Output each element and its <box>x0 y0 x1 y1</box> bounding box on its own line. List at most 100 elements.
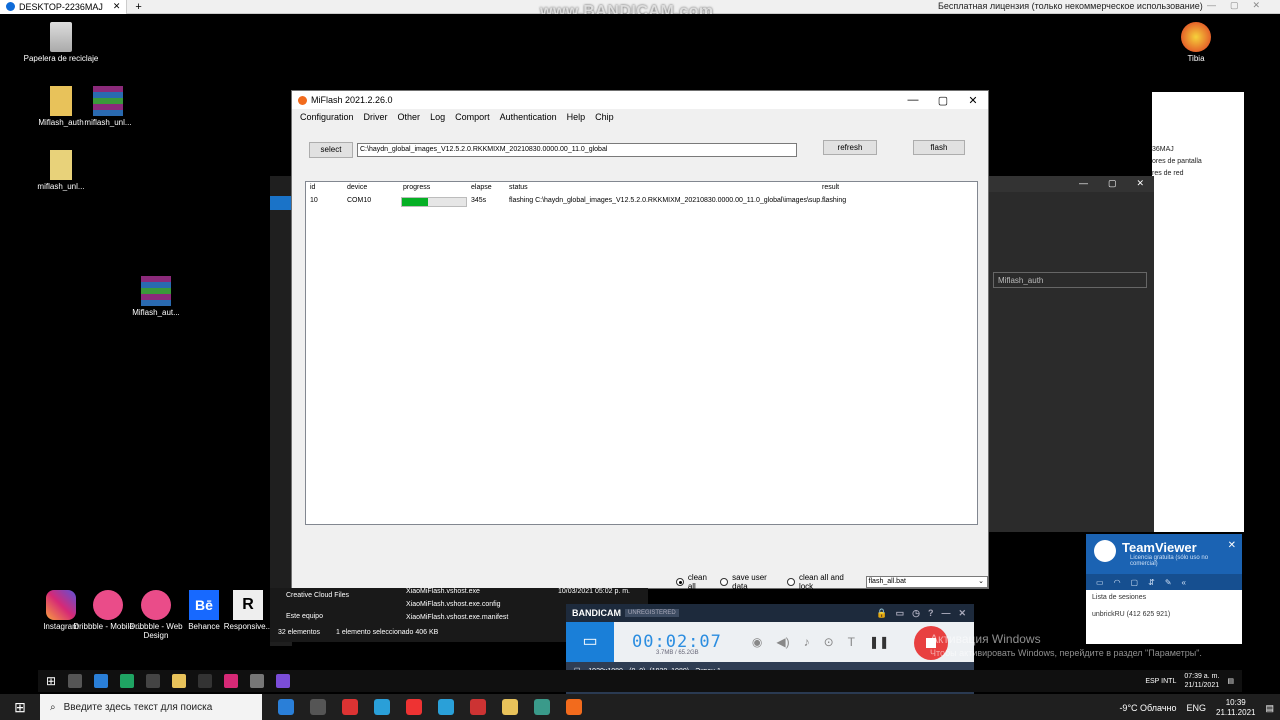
task-view-icon[interactable] <box>68 674 83 688</box>
instagram-icon[interactable] <box>224 674 239 688</box>
screen-mode-icon[interactable]: ▭ <box>566 622 614 662</box>
telegram-icon[interactable] <box>374 699 390 715</box>
minimize-button[interactable]: — <box>898 94 928 107</box>
collapse-icon[interactable]: « <box>1182 578 1186 587</box>
lang-indicator[interactable]: ENG <box>1187 703 1207 713</box>
mic-icon[interactable]: ♪ <box>804 635 810 649</box>
pause-icon[interactable]: ❚❚ <box>869 635 889 649</box>
bandicam-icon[interactable] <box>406 699 422 715</box>
search-input[interactable]: Miflash_auth <box>993 272 1147 288</box>
desktop-icon-miflash-aut-rar[interactable]: Miflash_aut... <box>116 276 196 317</box>
close-icon[interactable]: ✕ <box>1228 540 1236 551</box>
minimize-icon[interactable]: — <box>941 608 950 619</box>
start-icon[interactable]: ⊞ <box>46 674 56 688</box>
column-id[interactable]: id <box>310 184 315 191</box>
teamviewer-name: TeamViewer <box>1122 540 1197 555</box>
edge-icon[interactable] <box>120 674 135 688</box>
session-item[interactable]: unbrickRU (412 625 921) <box>1092 611 1236 618</box>
archive-tab[interactable] <box>270 196 292 210</box>
explorer-icon[interactable] <box>172 674 187 688</box>
desktop-icon-miflash-unl-zip[interactable]: miflash_unl... <box>21 150 101 191</box>
table-row[interactable]: 10 COM10 345s flashing C:\haydn_global_i… <box>306 197 977 209</box>
refresh-button[interactable]: refresh <box>823 140 877 155</box>
column-progress[interactable]: progress <box>403 184 430 191</box>
obs-icon[interactable] <box>250 674 265 688</box>
remote-session-tab[interactable]: DESKTOP-2236MAJ ✕ <box>0 0 128 14</box>
flash-button[interactable]: flash <box>913 140 965 155</box>
menu-chip[interactable]: Chip <box>595 112 614 122</box>
lang-indicator[interactable]: ESP INTL <box>1145 678 1176 685</box>
notification-icon[interactable]: ▤ <box>1265 703 1274 714</box>
rom-path-input[interactable]: C:\haydn_global_images_V12.5.2.0.RKKMIXM… <box>357 143 797 157</box>
cursor-icon[interactable]: ⊙ <box>824 635 834 649</box>
settings-icon[interactable]: ◷ <box>912 608 920 619</box>
desktop-icon-tibia[interactable]: Tibia <box>1166 22 1226 63</box>
desktop-icon-label: miflash_unl... <box>37 182 85 191</box>
close-icon[interactable]: ✕ <box>958 608 966 619</box>
app-icon[interactable] <box>534 699 550 715</box>
opera-icon[interactable] <box>342 699 358 715</box>
settings-icon[interactable]: ✎ <box>1165 578 1172 587</box>
column-status[interactable]: status <box>509 184 528 191</box>
menu-other[interactable]: Other <box>398 112 421 122</box>
remote-clock[interactable]: 07:39 a. m. 21/11/2021 <box>1184 672 1219 690</box>
column-result[interactable]: result <box>822 184 839 191</box>
speaker-icon[interactable]: ◀) <box>776 635 789 649</box>
text-icon[interactable]: T <box>848 635 855 649</box>
anydesk-icon[interactable] <box>470 699 486 715</box>
window-controls[interactable]: —▢✕ <box>989 176 1154 192</box>
column-device[interactable]: device <box>347 184 367 191</box>
menu-help[interactable]: Help <box>567 112 586 122</box>
radio-clean-all-and-lock[interactable] <box>787 578 795 586</box>
remote-date: 21/11/2021 <box>1184 682 1220 689</box>
folder-icon[interactable]: ▭ <box>896 608 905 619</box>
miflash-icon[interactable] <box>566 699 582 715</box>
local-clock[interactable]: 10:39 21.11.2021 <box>1216 698 1255 718</box>
menu-configuration[interactable]: Configuration <box>300 112 354 122</box>
desktop-icon-recycle-bin[interactable]: Papelera de reciclaje <box>21 22 101 63</box>
app-icon[interactable] <box>276 674 291 688</box>
select-button[interactable]: select <box>309 142 353 158</box>
lock-icon[interactable]: 🔒 <box>876 608 887 619</box>
maximize-button[interactable]: ▢ <box>928 94 958 107</box>
file-row[interactable]: XiaoMiFlash.vshost.exe <box>406 588 480 595</box>
radio-clean-all[interactable] <box>676 578 684 586</box>
menu-driver[interactable]: Driver <box>364 112 388 122</box>
nav-item-this-pc[interactable]: Este equipo <box>286 613 323 620</box>
notification-icon[interactable]: ▤ <box>1227 677 1234 685</box>
file-row[interactable]: XiaoMiFlash.vshost.exe.config <box>406 601 501 608</box>
menu-authentication[interactable]: Authentication <box>500 112 557 122</box>
desktop-icon-miflash-unl-rar[interactable]: miflash_unl... <box>68 86 148 127</box>
help-icon[interactable]: ? <box>928 608 934 619</box>
record-timer: 00:02:07 <box>632 632 722 652</box>
vscode-icon[interactable] <box>94 674 109 688</box>
webcam-icon[interactable]: ◉ <box>752 635 762 649</box>
file-row[interactable]: XiaoMiFlash.vshost.exe.manifest <box>406 614 508 621</box>
nav-item-creative-cloud[interactable]: Creative Cloud Files <box>286 592 349 599</box>
figma-icon[interactable] <box>198 674 213 688</box>
side-item: res de red <box>1152 170 1184 177</box>
close-tab-icon[interactable]: ✕ <box>113 1 121 12</box>
bandicam-brand: BANDICAM <box>572 608 621 618</box>
column-elapse[interactable]: elapse <box>471 184 492 191</box>
desktop-icon-label: Papelera de reciclaje <box>23 54 99 63</box>
files-icon[interactable]: ⇵ <box>1148 578 1155 587</box>
weather-widget[interactable]: -9°C Облачно <box>1119 703 1176 713</box>
teamviewer-icon[interactable] <box>278 699 294 715</box>
explorer-icon[interactable] <box>502 699 518 715</box>
telegram-icon[interactable] <box>438 699 454 715</box>
audio-icon[interactable]: ◠ <box>1114 578 1121 587</box>
taskbar-search[interactable]: ⌕ Введите здесь текст для поиска <box>40 694 262 720</box>
chat-icon[interactable]: ▢ <box>1131 578 1139 587</box>
new-tab-button[interactable]: + <box>127 1 149 13</box>
app-icon[interactable] <box>146 674 161 688</box>
script-dropdown[interactable]: flash_all.bat ⌄ <box>865 576 988 588</box>
start-icon[interactable]: ⊞ <box>0 699 40 716</box>
menu-comport[interactable]: Comport <box>455 112 490 122</box>
radio-save-user-data[interactable] <box>720 578 729 586</box>
window-controls[interactable]: —▢✕ <box>1207 0 1274 11</box>
app-icon[interactable] <box>310 699 326 715</box>
video-icon[interactable]: ▭ <box>1096 578 1104 587</box>
close-button[interactable]: ✕ <box>958 94 988 107</box>
menu-log[interactable]: Log <box>430 112 445 122</box>
